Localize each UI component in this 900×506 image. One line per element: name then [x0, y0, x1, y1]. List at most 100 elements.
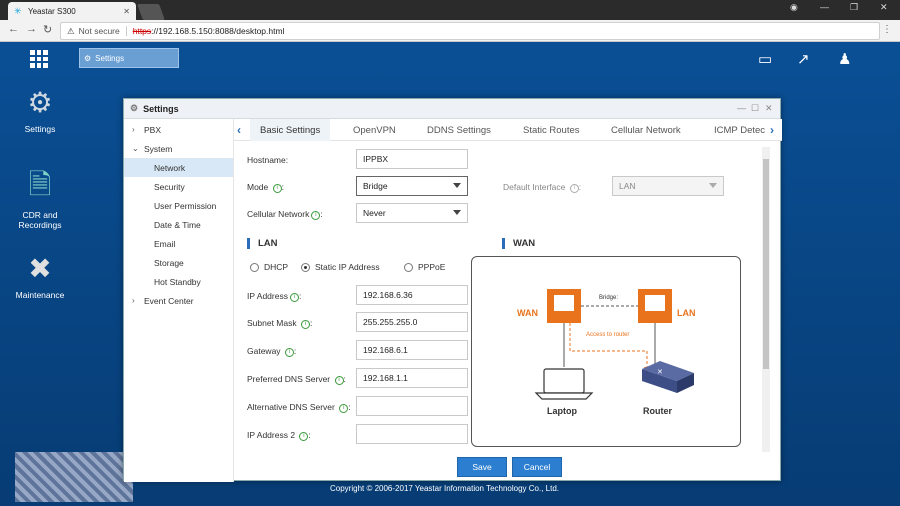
sidebar-item-pbx[interactable]: › PBX — [124, 120, 233, 139]
message-icon[interactable]: ▭ — [758, 50, 772, 68]
browser-tabstrip: ✳ Yeastar S300 ✕ ◉ — ❐ ✕ — [0, 0, 900, 20]
diagram-wan-label: WAN — [517, 308, 538, 318]
cancel-button[interactable]: Cancel — [512, 457, 562, 477]
account-icon[interactable]: ◉ — [790, 2, 798, 13]
ip-address-field[interactable]: 192.168.6.36 — [356, 285, 468, 305]
back-icon[interactable]: ← — [8, 23, 19, 35]
desktop-settings[interactable]: ⚙ Settings — [5, 84, 75, 135]
cellular-label: Cellular Network i: — [247, 209, 323, 220]
warning-icon: ⚠ — [67, 25, 75, 36]
yeastar-favicon-icon: ✳ — [14, 5, 22, 16]
radio-icon — [404, 262, 413, 272]
gear-icon: ⚙ — [130, 103, 139, 113]
alternative-dns-field[interactable] — [356, 396, 468, 416]
forward-icon[interactable]: → — [26, 23, 37, 35]
gear-icon: ⚙ — [84, 53, 92, 63]
sidebar-item-system[interactable]: ⌄ System — [124, 139, 233, 158]
subnet-label: Subnet Mask i: — [247, 318, 313, 329]
hostname-field[interactable]: IPPBX — [356, 149, 468, 169]
laptop-icon — [543, 368, 585, 394]
cdr-icon: 🗎 — [28, 169, 52, 200]
address-bar-row: ← → ↻ ⚠ Not secure https ://192.168.5.15… — [0, 20, 900, 42]
info-icon: i — [569, 184, 579, 193]
info-icon: i — [289, 293, 299, 302]
sidebar-item-storage[interactable]: Storage — [124, 253, 233, 272]
tab-icmp-detection[interactable]: ICMP Detec — [714, 119, 770, 141]
subnet-mask-field[interactable]: 255.255.255.0 — [356, 312, 468, 332]
url-field[interactable]: ⚠ Not secure https ://192.168.5.150:8088… — [60, 22, 880, 40]
chevron-right-icon[interactable]: › — [770, 123, 774, 137]
taskbar-label: Settings — [95, 53, 125, 63]
info-icon: i — [339, 404, 349, 413]
ip-label: IP Address i: — [247, 291, 302, 302]
sidebar-item-network[interactable]: Network — [124, 158, 233, 177]
tab-title: Yeastar S300 — [28, 6, 76, 16]
default-interface-value: LAN — [619, 181, 636, 191]
url-scheme: https — [132, 26, 152, 36]
maximize-icon[interactable]: ☐ — [751, 103, 759, 114]
minimize-icon[interactable]: — — [820, 2, 829, 12]
maximize-icon[interactable]: ❐ — [850, 2, 858, 13]
info-icon: i — [299, 432, 309, 441]
sidebar-label: PBX — [144, 124, 162, 135]
desktop-maintenance[interactable]: ✖ Maintenance — [5, 250, 75, 301]
tools-icon: ✖ — [28, 252, 52, 284]
new-tab-button[interactable] — [137, 4, 165, 20]
radio-dhcp[interactable]: DHCP — [250, 262, 288, 272]
ip-address-2-label: IP Address 2 i: — [247, 430, 311, 441]
lan-section-title: LAN — [247, 238, 278, 249]
gateway-label: Gateway i: — [247, 346, 297, 357]
radio-pppoe[interactable]: PPPoE — [404, 262, 445, 272]
dialog-titlebar[interactable]: ⚙ Settings — [124, 99, 780, 119]
radio-label: DHCP — [264, 262, 289, 272]
tab-static-routes[interactable]: Static Routes — [523, 119, 580, 141]
ip-address-2-field[interactable] — [356, 424, 468, 444]
desktop-cdr[interactable]: 🗎 CDR and Recordings — [5, 169, 75, 230]
radio-selected-icon — [301, 262, 310, 272]
tab-basic-settings[interactable]: Basic Settings — [250, 119, 331, 141]
content-scrollbar[interactable] — [762, 147, 770, 452]
diagram-laptop-label: Laptop — [547, 406, 577, 416]
svg-text:✕: ✕ — [657, 369, 663, 376]
save-button[interactable]: Save — [457, 457, 507, 477]
chart-icon[interactable]: ↗ — [797, 50, 810, 68]
mode-select[interactable]: Bridge — [356, 176, 468, 196]
sidebar-item-hot-standby[interactable]: Hot Standby — [124, 272, 233, 291]
sidebar-item-security[interactable]: Security — [124, 177, 233, 196]
copyright-text: Copyright © 2006-2017 Yeastar Informatio… — [330, 484, 560, 493]
settings-sidebar: › PBX ⌄ System Network Security User Permi… — [124, 119, 234, 482]
sidebar-item-email[interactable]: Email — [124, 234, 233, 253]
minimize-icon[interactable]: — — [737, 103, 746, 113]
sidebar-item-date-time[interactable]: Date & Time — [124, 215, 233, 234]
close-window-icon[interactable]: ✕ — [880, 2, 888, 13]
taskbar-settings-button[interactable]: ⚙ Settings — [79, 48, 179, 68]
menu-icon[interactable]: ⋮ — [882, 24, 892, 35]
reload-icon[interactable]: ↻ — [43, 23, 52, 36]
app-grid-icon[interactable] — [30, 50, 48, 68]
radio-static-ip[interactable]: Static IP Address — [301, 262, 380, 272]
user-icon[interactable]: ♟ — [838, 50, 851, 68]
info-icon: i — [284, 348, 294, 357]
close-icon[interactable]: ✕ — [765, 103, 773, 114]
gateway-field[interactable]: 192.168.6.1 — [356, 340, 468, 360]
chevron-down-icon: ⌄ — [132, 144, 139, 153]
sidebar-label: User Permission — [154, 200, 217, 211]
close-tab-icon[interactable]: ✕ — [123, 7, 130, 16]
scrollbar-thumb[interactable] — [763, 159, 769, 369]
sidebar-item-user-permission[interactable]: User Permission — [124, 196, 233, 215]
wan-section-title: WAN — [502, 238, 535, 249]
info-icon: i — [311, 211, 321, 220]
sidebar-label: System — [144, 143, 173, 154]
gear-icon: ⚙ — [27, 86, 53, 118]
cellular-select[interactable]: Never — [356, 203, 468, 223]
preferred-dns-field[interactable]: 192.168.1.1 — [356, 368, 468, 388]
diagram-access-label: Access to router — [586, 332, 630, 338]
tab-ddns-settings[interactable]: DDNS Settings — [427, 119, 491, 141]
tab-openvpn[interactable]: OpenVPN — [353, 119, 396, 141]
sidebar-item-event-center[interactable]: › Event Center — [124, 291, 233, 310]
chevron-left-icon[interactable]: ‹ — [237, 123, 241, 137]
browser-tab[interactable]: ✳ Yeastar S300 ✕ — [8, 2, 136, 20]
chevron-down-icon — [453, 210, 461, 215]
diagram-router-label: Router — [643, 406, 672, 416]
tab-cellular-network[interactable]: Cellular Network — [611, 119, 681, 141]
